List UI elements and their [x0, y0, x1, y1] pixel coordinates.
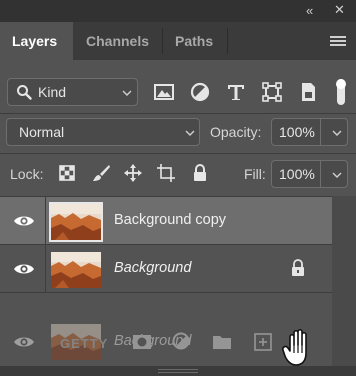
search-icon — [17, 85, 32, 100]
eye-visibility-icon[interactable] — [13, 262, 35, 276]
collapse-panel-icon[interactable]: « — [306, 3, 313, 18]
grab-hand-cursor-icon — [282, 328, 307, 366]
smart-object-filter-icon[interactable] — [296, 80, 320, 104]
opacity-value: 100% — [279, 124, 315, 140]
filter-kind-label: Kind — [38, 84, 67, 100]
layer-row-background[interactable]: Background — [0, 245, 332, 293]
layer-name[interactable]: Background — [114, 260, 191, 276]
chevron-down-icon — [122, 90, 132, 96]
lock-artboard-icon[interactable] — [156, 163, 176, 183]
opacity-label: Opacity: — [210, 124, 262, 140]
shape-filter-icon[interactable] — [260, 80, 284, 104]
divider — [0, 153, 356, 154]
fill-field[interactable]: 100% — [271, 160, 348, 188]
tab-layers-label: Layers — [12, 33, 58, 49]
fill-value: 100% — [279, 166, 315, 182]
chevron-down-icon[interactable] — [332, 128, 342, 138]
eye-visibility-icon — [14, 337, 34, 347]
chevron-down-icon — [185, 130, 195, 136]
filter-toggle-switch[interactable] — [334, 77, 348, 107]
layer-locked-icon[interactable] — [290, 259, 306, 277]
adjustment-layer-icon — [172, 332, 190, 350]
layer-thumbnail — [49, 202, 103, 242]
panel-menu-icon[interactable] — [330, 36, 346, 48]
watermark-text: GETTY — [60, 336, 109, 351]
fill-label: Fill: — [244, 166, 266, 182]
chevron-down-icon[interactable] — [332, 170, 342, 180]
blend-mode-select[interactable]: Normal — [6, 118, 200, 146]
resize-grip[interactable] — [158, 369, 198, 373]
visibility-column — [0, 197, 46, 245]
image-filter-icon[interactable] — [152, 80, 176, 104]
lock-transparent-pixels-icon[interactable] — [57, 163, 77, 183]
type-filter-icon[interactable] — [224, 80, 248, 104]
lock-all-icon[interactable] — [190, 163, 210, 183]
add-layer-mask-icon — [133, 335, 151, 349]
tab-paths-label: Paths — [175, 33, 214, 49]
tab-channels[interactable]: Channels — [74, 22, 162, 60]
opacity-field[interactable]: 100% — [271, 118, 348, 146]
divider — [0, 113, 356, 114]
layer-name[interactable]: Background copy — [114, 212, 226, 228]
folder-group-icon — [213, 336, 231, 349]
panel-title-bar: « ✕ — [0, 0, 356, 22]
lock-label: Lock: — [10, 166, 44, 182]
lock-image-pixels-brush-icon[interactable] — [91, 163, 111, 183]
eye-visibility-icon[interactable] — [13, 214, 35, 228]
tab-paths[interactable]: Paths — [163, 22, 227, 60]
panel-bottom-bar — [0, 366, 356, 376]
tab-channels-label: Channels — [86, 33, 150, 49]
panel-tabs: Layers Channels Paths — [0, 22, 356, 60]
blend-mode-value: Normal — [19, 124, 65, 140]
layer-thumbnail — [51, 252, 101, 288]
lock-position-move-icon[interactable] — [123, 163, 143, 183]
close-panel-icon[interactable]: ✕ — [334, 2, 345, 18]
filter-kind-select[interactable]: Kind — [7, 78, 138, 106]
adjustment-filter-icon[interactable] — [188, 80, 212, 104]
new-layer-icon — [254, 333, 272, 351]
tab-layers[interactable]: Layers — [0, 22, 73, 60]
filter-row: Kind — [0, 60, 356, 116]
layer-row-background-copy[interactable]: Background copy — [0, 197, 332, 245]
visibility-column — [0, 245, 46, 293]
tab-divider — [227, 28, 228, 54]
